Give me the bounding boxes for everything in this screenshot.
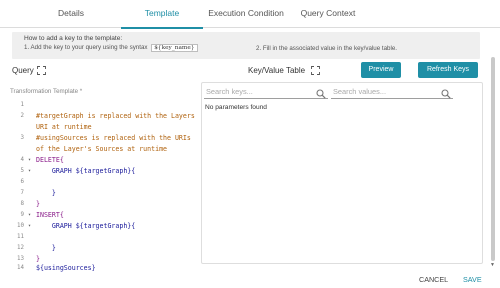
fold-arrow-icon[interactable]: ▾ [28,155,31,165]
line-number: 5 ▾ [20,166,32,176]
empty-state-text: No parameters found [205,104,267,111]
fold-arrow-icon[interactable]: ▾ [28,221,31,231]
line-number [7,122,34,132]
code-graph-line: GRAPH ${targetGraph}{ [36,167,136,175]
code-graph-line: GRAPH ${targetGraph}{ [36,222,136,230]
line-number: 7 [20,190,25,196]
code-line: } [36,200,40,208]
line-number: 11 [17,234,24,240]
tab-query-context[interactable]: Query Context [283,0,373,28]
expand-arrows-icon[interactable] [311,66,320,77]
cancel-button[interactable]: CANCEL [419,275,448,284]
line-number: 4 ▾ [20,155,32,165]
line-number-gutter: 1 2 3 4 ▾ 5 ▾ 6 7 8 9 ▾ 10 ▾ 11 12 13 14 [7,97,34,273]
transformation-template-label: Transformation Template * [10,88,83,95]
code-editor[interactable]: 1 2 3 4 ▾ 5 ▾ 6 7 8 9 ▾ 10 ▾ 11 12 13 14 #ta… [7,97,197,273]
key-value-table-label: Key/Value Table [248,66,306,75]
code-comment-line: of the Layer's Sources at runtime [36,145,168,153]
query-label: Query [12,66,34,75]
tab-details[interactable]: Details [36,0,106,28]
code-line: } [36,189,56,197]
code-keyword-line: INSERT{ [36,211,64,219]
help-step-1-text: 1. Add the key to your query using the s… [24,44,148,51]
help-step-1-code: ${key_name} [151,44,198,52]
tab-template[interactable]: Template [121,0,203,29]
code-variable-line: ${usingSources} [36,264,96,272]
search-values-input[interactable]: Search values... [331,86,453,99]
line-number: 14 [17,265,24,271]
help-step-2: 2. Fill in the associated value in the k… [256,45,398,52]
fold-arrow-icon[interactable]: ▾ [28,166,31,176]
refresh-keys-button[interactable]: Refresh Keys [418,62,478,78]
code-keyword-line: DELETE{ [36,156,64,164]
line-number: 9 ▾ [20,210,32,220]
line-number: 6 [20,179,25,185]
line-number: 2 [20,113,25,119]
key-value-table: Search keys... Search values... No param… [201,82,483,264]
code-comment-line: #targetGraph is replaced with the Layers [36,112,195,120]
line-number: 10 ▾ [17,221,31,231]
help-step-1: 1. Add the key to your query using the s… [24,44,198,52]
help-title: How to add a key to the template: [24,35,123,42]
line-number: 3 [20,135,25,141]
code-comment-line: #usingSources is replaced with the URIs [36,134,191,142]
line-number: 12 [17,245,24,251]
code-line: } [36,244,56,252]
line-number: 8 [20,201,25,207]
search-icon [316,86,326,104]
tab-bar: Details Template Execution Condition Que… [0,0,500,29]
save-button[interactable]: SAVE [463,275,482,284]
preview-button[interactable]: Preview [361,62,401,78]
search-keys-input[interactable]: Search keys... [204,86,328,99]
help-box: How to add a key to the template: 1. Add… [12,32,480,59]
code-comment-line: URI at runtime [36,123,92,131]
line-number [7,144,34,154]
scroll-down-icon[interactable]: ▼ [490,262,495,268]
search-icon [441,86,451,104]
fold-arrow-icon[interactable]: ▾ [28,210,31,220]
expand-arrows-icon[interactable] [37,66,46,77]
line-number: 1 [20,102,25,108]
scrollbar[interactable] [491,57,495,261]
